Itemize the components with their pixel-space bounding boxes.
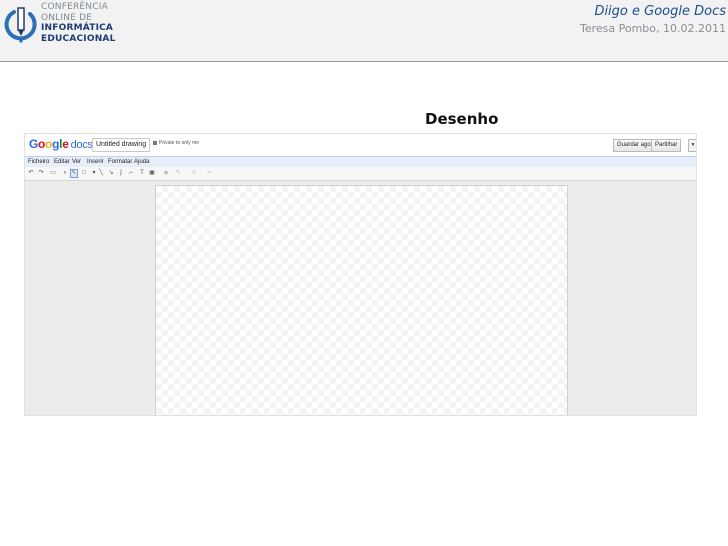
print-icon[interactable]: ▭ bbox=[50, 170, 56, 176]
shape-icon[interactable]: □ bbox=[81, 170, 87, 176]
drawing-workspace bbox=[25, 181, 696, 415]
zoom-icon[interactable]: ⌕ bbox=[62, 170, 68, 176]
undo-icon[interactable]: ↶ bbox=[28, 170, 34, 176]
conference-logo: CONFERÊNCIA ONLINE DE INFORMÁTICA EDUCAC… bbox=[4, 2, 116, 50]
pencil-logo-icon bbox=[4, 7, 37, 43]
menu-formatar[interactable]: Formatar bbox=[108, 158, 132, 166]
shape-menu-icon[interactable]: ▾ bbox=[91, 170, 97, 176]
select-icon[interactable]: ↖ bbox=[70, 169, 78, 178]
polyline-icon[interactable]: ⌐ bbox=[128, 170, 134, 176]
drawing-toolbar: ↶ ↷ ▭ ⌕ ↖ □ ▾ ╲ ↘ ∫ ⌐ T ▣ ◆ ✎ ≡ ┅ bbox=[25, 167, 696, 181]
lock-icon bbox=[153, 140, 157, 145]
line-icon[interactable]: ╲ bbox=[98, 170, 104, 176]
logo-product: docs bbox=[70, 139, 93, 151]
arrow-icon[interactable]: ↘ bbox=[108, 170, 114, 176]
gdocs-topbar: Google docs Untitled drawing Private to o… bbox=[25, 134, 696, 156]
document-name-field[interactable]: Untitled drawing bbox=[92, 138, 151, 152]
drawing-canvas[interactable] bbox=[155, 185, 568, 415]
logo-letter: e bbox=[62, 137, 69, 151]
header-divider bbox=[0, 61, 728, 62]
privacy-label: Private to only me bbox=[159, 140, 200, 146]
share-dropdown-icon[interactable]: ▼ bbox=[688, 139, 696, 152]
privacy-status[interactable]: Private to only me bbox=[153, 140, 199, 146]
google-docs-logo[interactable]: Google docs bbox=[29, 137, 93, 151]
menu-ficheiro[interactable]: Ficheiro bbox=[28, 158, 49, 166]
logo-line-4: EDUCACIONAL bbox=[41, 33, 116, 44]
slide-subtitle: Teresa Pombo, 10.02.2011 bbox=[579, 22, 726, 35]
slide-title-block: Diigo e Google Docs Teresa Pombo, 10.02.… bbox=[580, 3, 726, 37]
section-heading: Desenho bbox=[425, 110, 499, 128]
logo-line-2: ONLINE DE bbox=[41, 12, 93, 23]
redo-icon[interactable]: ↷ bbox=[38, 170, 44, 176]
menu-inserir[interactable]: Inserir bbox=[87, 158, 104, 166]
line-weight-icon[interactable]: ≡ bbox=[191, 170, 197, 176]
menu-ajuda[interactable]: Ajuda bbox=[134, 158, 149, 166]
curve-icon[interactable]: ∫ bbox=[118, 170, 124, 176]
image-icon[interactable]: ▣ bbox=[149, 170, 155, 176]
line-color-icon[interactable]: ✎ bbox=[175, 170, 181, 176]
fill-color-icon[interactable]: ◆ bbox=[163, 170, 169, 176]
slide-header: CONFERÊNCIA ONLINE DE INFORMÁTICA EDUCAC… bbox=[0, 0, 728, 62]
line-dash-icon[interactable]: ┅ bbox=[206, 170, 212, 176]
logo-letter: G bbox=[29, 137, 39, 151]
menu-editar[interactable]: Editar bbox=[54, 158, 70, 166]
menu-ver[interactable]: Ver bbox=[72, 158, 81, 166]
share-button[interactable]: Partilhar bbox=[651, 139, 682, 152]
google-docs-drawing-screenshot: Google docs Untitled drawing Private to o… bbox=[24, 133, 697, 416]
logo-line-1: CONFERÊNCIA bbox=[41, 2, 108, 12]
logo-line-3: INFORMÁTICA bbox=[41, 23, 114, 33]
slide-title: Diigo e Google Docs bbox=[594, 4, 726, 19]
text-icon[interactable]: T bbox=[139, 170, 145, 176]
